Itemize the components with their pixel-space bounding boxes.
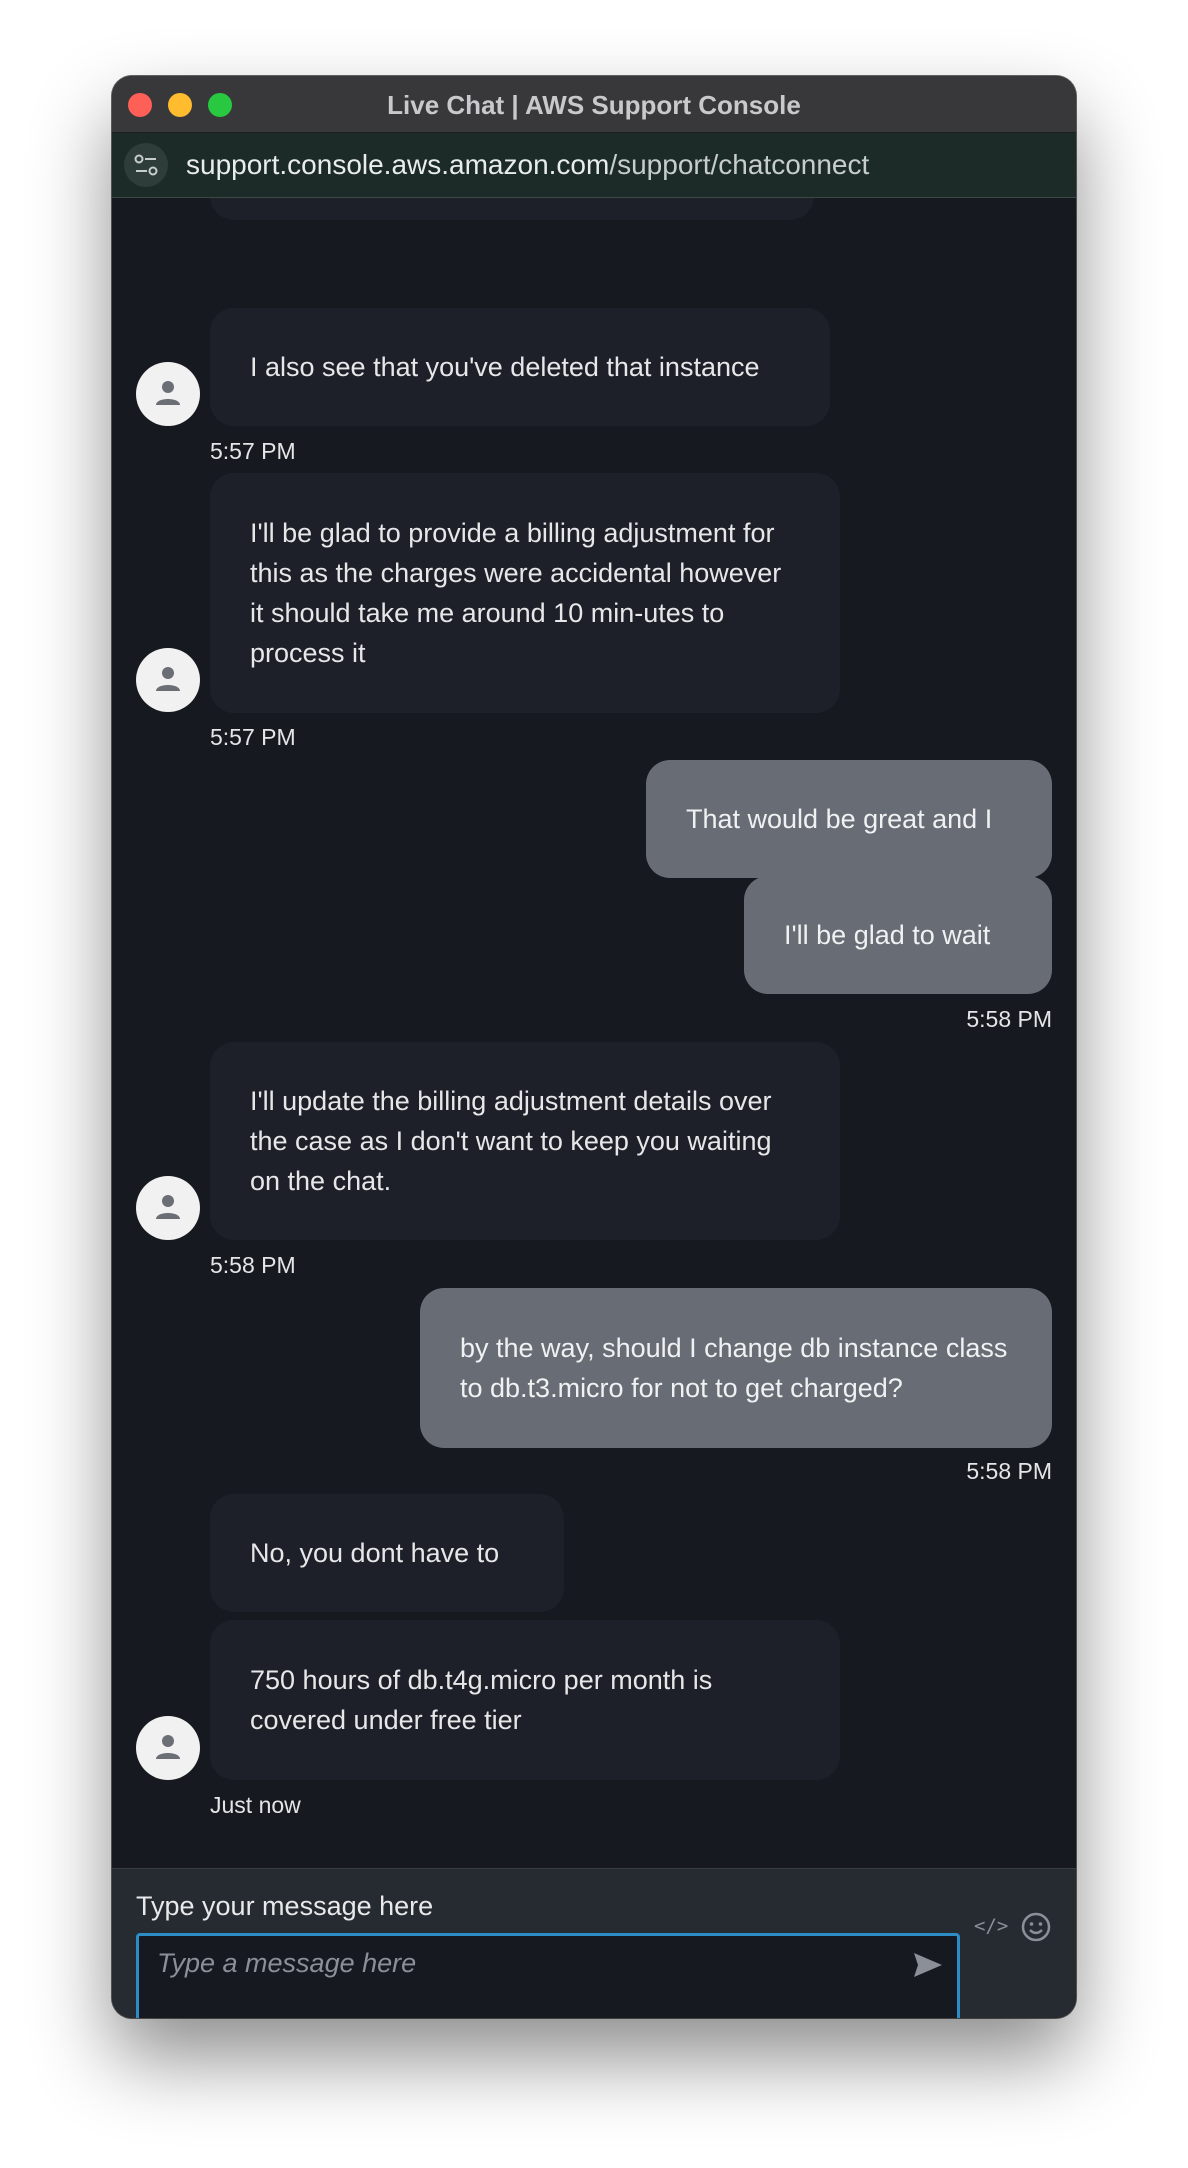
send-icon[interactable] [912, 1951, 944, 1979]
message-timestamp: 5:57 PM [210, 438, 296, 464]
message-text: No, you dont have to [250, 1538, 500, 1568]
message-bubble-agent: I'll update the billing adjustment detai… [210, 1042, 840, 1240]
person-icon [156, 381, 180, 405]
message-bubble-agent: 750 hours of db.t4g.micro per month is c… [210, 1620, 840, 1780]
message-text: by the way, should I change db instance … [460, 1333, 1008, 1403]
url-host: support.console.aws.amazon.com [186, 149, 610, 180]
message-text: I also see that you've deleted that inst… [250, 352, 760, 382]
agent-avatar [136, 648, 200, 712]
message-bubble-agent: No, you dont have to [210, 1494, 564, 1612]
person-icon [156, 1735, 180, 1759]
chat-transcript[interactable]: I also see that you've deleted that inst… [112, 198, 1076, 1868]
composer-label: Type your message here [136, 1891, 434, 1921]
agent-avatar [136, 362, 200, 426]
window-title: Live Chat | AWS Support Console [387, 90, 801, 120]
title-bar: Live Chat | AWS Support Console [112, 76, 1076, 133]
message-input[interactable] [136, 1933, 960, 2018]
message-text: 750 hours of db.t4g.micro per month is c… [250, 1665, 713, 1735]
browser-window: Live Chat | AWS Support Console support.… [112, 76, 1076, 2018]
message-text: That would be great and I [686, 804, 993, 834]
message-bubble-agent: I'll be glad to provide a billing adjust… [210, 473, 840, 713]
agent-avatar [136, 1176, 200, 1240]
message-text: I'll be glad to wait [784, 920, 991, 950]
message-text: I'll be glad to provide a billing adjust… [250, 518, 782, 668]
message-timestamp: 5:58 PM [966, 1458, 1052, 1484]
code-icon[interactable]: </> [974, 1915, 1008, 1937]
site-settings-button[interactable] [124, 143, 168, 187]
person-icon [156, 667, 180, 691]
url-text[interactable]: support.console.aws.amazon.com/support/c… [186, 149, 869, 181]
sliders-icon [134, 154, 158, 176]
message-bubble-user: I'll be glad to wait [744, 876, 1052, 994]
message-composer: Type your message here </> [112, 1868, 1076, 2018]
url-path: /support/chatconnect [609, 149, 870, 180]
person-icon [156, 1195, 180, 1219]
address-bar[interactable]: support.console.aws.amazon.com/support/c… [112, 133, 1076, 198]
message-timestamp: 5:57 PM [210, 724, 296, 750]
message-timestamp: Just now [210, 1792, 301, 1818]
message-bubble-agent: I also see that you've deleted that inst… [210, 308, 830, 426]
message-bubble-user: That would be great and I [646, 760, 1052, 878]
message-timestamp: 5:58 PM [210, 1252, 296, 1278]
message-text: I'll update the billing adjustment detai… [250, 1086, 772, 1196]
message-bubble-agent [210, 198, 814, 220]
agent-avatar [136, 1716, 200, 1780]
message-timestamp: 5:58 PM [966, 1006, 1052, 1032]
message-bubble-user: by the way, should I change db instance … [420, 1288, 1052, 1448]
emoji-icon[interactable] [1020, 1911, 1052, 1943]
